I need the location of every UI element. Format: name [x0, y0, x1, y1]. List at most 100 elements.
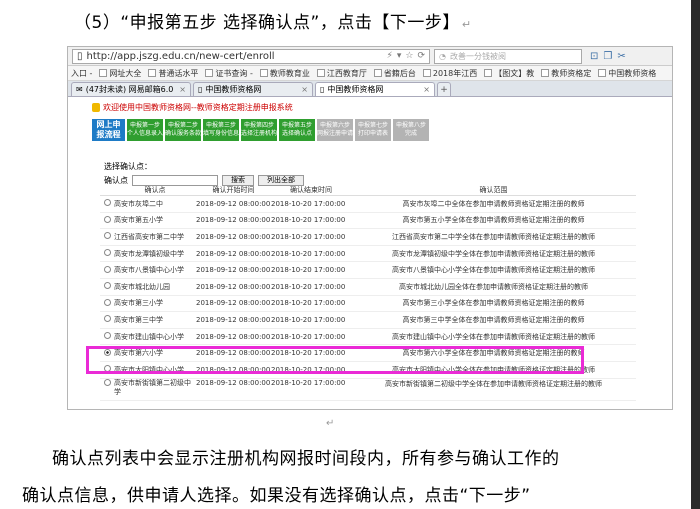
- confirm-point-input[interactable]: [132, 174, 218, 186]
- row-radio[interactable]: [103, 232, 111, 240]
- bookmark-item[interactable]: 入口 -: [71, 68, 92, 79]
- cell-scope: 高安市新街镇第二初级中学全体在参加申请教师资格证定期注册的教师: [351, 378, 636, 401]
- step-7: 申报第七步 打印申请表: [355, 119, 391, 141]
- table-row[interactable]: 高安市八景镇中心小学 2018-09-12 08:00:00 2018-10-20 …: [100, 261, 636, 279]
- cell-name: 高安市第五小学: [114, 212, 196, 230]
- cell-name: 高安市第三小学: [114, 295, 196, 313]
- url-text: http://app.jszg.edu.cn/new-cert/enroll: [86, 50, 275, 62]
- body-line-2: 确认点信息，供申请人选择。如果没有选择确认点，点击“下一步”: [22, 486, 531, 506]
- row-radio[interactable]: [103, 282, 111, 290]
- tab-jszg-1[interactable]: ▯ 中国教师资格网 ×: [193, 82, 313, 96]
- cell-start: 2018-09-12 08:00:00: [196, 328, 271, 346]
- refresh-icon[interactable]: ⟳: [417, 51, 425, 61]
- row-radio[interactable]: [103, 315, 111, 323]
- bookmark-item[interactable]: 普通话水平: [148, 68, 198, 79]
- cell-scope: 高安市第五小学全体在参加申请教师资格证定期注册的教师: [351, 212, 636, 230]
- bookmark-icon: [422, 69, 431, 77]
- column-header: 确认范围: [351, 185, 636, 196]
- cell-start: 2018-09-12 08:00:00: [196, 261, 271, 279]
- close-icon[interactable]: ×: [301, 85, 308, 94]
- bookmark-item[interactable]: 【图文】教: [484, 68, 534, 79]
- table-header: 确认点 确认开始时间 确认结束时间 确认范围: [100, 185, 636, 196]
- row-radio[interactable]: [103, 265, 111, 273]
- cell-end: 2018-10-20 17:00:00: [271, 278, 351, 296]
- welcome-text: 欢迎使用中国教师资格网--教师资格定期注册申报系统: [103, 102, 293, 112]
- step-2[interactable]: 申报第二步 确认服务条款: [165, 119, 201, 141]
- row-radio[interactable]: [103, 249, 111, 257]
- bookmark-icon: [484, 69, 493, 77]
- close-icon[interactable]: ×: [423, 85, 430, 94]
- bookmark-item[interactable]: 证书查询 -: [205, 68, 253, 79]
- step-nav-title: 网上申 报流程: [92, 119, 125, 141]
- new-tab-button[interactable]: +: [437, 82, 451, 96]
- welcome-bar: 欢迎使用中国教师资格网--教师资格定期注册申报系统: [92, 101, 672, 113]
- cell-end: 2018-10-20 17:00:00: [271, 228, 351, 246]
- search-field[interactable]: ◔ 改善一分钱被阅: [434, 48, 582, 64]
- windows-icon[interactable]: ❐: [603, 51, 612, 62]
- cell-scope: 高安市第三小学全体在参加申请教师资格证定期注册的教师: [351, 295, 636, 313]
- bookmark-item[interactable]: 江西教育厅: [316, 68, 367, 79]
- table-row[interactable]: 高安市建山镇中心小学 2018-09-12 08:00:00 2018-10-20 …: [100, 328, 636, 346]
- url-field[interactable]: ▯ http://app.jszg.edu.cn/new-cert/enroll…: [72, 48, 430, 64]
- bookmark-item[interactable]: 教师教育业: [259, 68, 310, 79]
- step-3[interactable]: 申报第三步 填写身份信息: [203, 119, 239, 141]
- table-row[interactable]: 高安市城北幼儿园 2018-09-12 08:00:00 2018-10-20 17…: [100, 278, 636, 296]
- list-all-button[interactable]: 列出全部: [258, 174, 304, 186]
- row-radio[interactable]: [103, 298, 111, 306]
- lightning-icon[interactable]: ⚡: [387, 51, 393, 61]
- cell-scope: 高安市八景镇中心小学全体在参加申请教师资格证定期注册的教师: [351, 261, 636, 279]
- table-row[interactable]: 高安市第三中学 2018-09-12 08:00:00 2018-10-20 17:…: [100, 311, 636, 329]
- tab-mail[interactable]: ✉ (47封未读) 网易邮箱6.0 ×: [71, 82, 191, 96]
- row-radio[interactable]: [103, 199, 111, 207]
- table-row[interactable]: 高安市第五小学 2018-09-12 08:00:00 2018-10-20 17:…: [100, 212, 636, 230]
- bookmark-item[interactable]: 省籍后台: [373, 68, 416, 79]
- row-radio[interactable]: [103, 378, 111, 386]
- lock-icon: [92, 102, 100, 112]
- table-row[interactable]: 高安市灰埠二中 2018-09-12 08:00:00 2018-10-20 17:…: [100, 195, 636, 213]
- search-placeholder: 改善一分钱被阅: [449, 51, 506, 61]
- table-row[interactable]: 高安市新街镇第二初级中学 2018-09-12 08:00:00 2018-10-2…: [100, 378, 636, 401]
- table-row[interactable]: 江西省高安市第二中学 2018-09-12 08:00:00 2018-10-20 …: [100, 228, 636, 246]
- search-button[interactable]: 搜索: [222, 174, 254, 186]
- cell-scope: 高安市城北幼儿园全体在参加申请教师资格证定期注册的教师: [351, 278, 636, 296]
- tab-bar: ✉ (47封未读) 网易邮箱6.0 × ▯ 中国教师资格网 × ▯ 中国教师资格网 × +: [68, 81, 672, 97]
- download-icon[interactable]: ⊡: [590, 51, 598, 62]
- cell-end: 2018-10-20 17:00:00: [271, 212, 351, 230]
- page-icon: ▯: [77, 50, 83, 62]
- row-radio[interactable]: [103, 332, 111, 340]
- bookmark-icon: [541, 69, 550, 77]
- cell-end: 2018-10-20 17:00:00: [271, 311, 351, 329]
- page-icon: ▯: [198, 85, 203, 94]
- paragraph-mark: ↵: [326, 418, 335, 429]
- cell-start: 2018-09-12 08:00:00: [196, 245, 271, 263]
- table-row[interactable]: 高安市龙潭镇初级中学 2018-09-12 08:00:00 2018-10-20 …: [100, 245, 636, 263]
- step-5[interactable]: 申报第五步 选择确认点: [279, 119, 315, 141]
- cell-name: 高安市新街镇第二初级中学: [114, 378, 196, 401]
- bookmark-item[interactable]: 中国教师资格: [598, 68, 656, 79]
- dropdown-icon[interactable]: ▾: [397, 51, 402, 61]
- selected-row-highlight: [86, 346, 584, 374]
- tab-jszg-2[interactable]: ▯ 中国教师资格网 ×: [315, 82, 435, 96]
- cell-name: 高安市灰埠二中: [114, 195, 196, 213]
- cell-name: 高安市龙潭镇初级中学: [114, 245, 196, 263]
- close-icon[interactable]: ×: [179, 85, 186, 94]
- star-icon[interactable]: ☆: [405, 51, 413, 61]
- step-1[interactable]: 申报第一步 个人信息录入: [127, 119, 163, 141]
- bookmark-icon: [205, 69, 214, 77]
- step-4[interactable]: 申报第四步 选择注册机构: [241, 119, 277, 141]
- cell-start: 2018-09-12 08:00:00: [196, 378, 271, 401]
- bookmark-item[interactable]: 教师资格定: [541, 68, 591, 79]
- address-bar: ▯ http://app.jszg.edu.cn/new-cert/enroll…: [68, 47, 672, 66]
- tools-icon[interactable]: ✂: [617, 51, 625, 62]
- bookmark-icon: [598, 69, 607, 77]
- bookmark-item[interactable]: 网址大全: [99, 68, 141, 79]
- row-radio[interactable]: [103, 215, 111, 223]
- cell-name: 江西省高安市第二中学: [114, 228, 196, 246]
- cell-scope: 高安市建山镇中心小学全体在参加申请教师资格证定期注册的教师: [351, 328, 636, 346]
- table-row[interactable]: 高安市第三小学 2018-09-12 08:00:00 2018-10-20 17:…: [100, 295, 636, 313]
- paragraph-mark: ↵: [461, 18, 472, 31]
- cell-end: 2018-10-20 17:00:00: [271, 378, 351, 401]
- bookmark-bar: 入口 - 网址大全 普通话水平 证书查询 - 教师教育业 江西教育厅 省籍后台 …: [68, 66, 672, 81]
- cell-name: 高安市城北幼儿园: [114, 278, 196, 296]
- bookmark-item[interactable]: 2018年江西: [422, 68, 477, 79]
